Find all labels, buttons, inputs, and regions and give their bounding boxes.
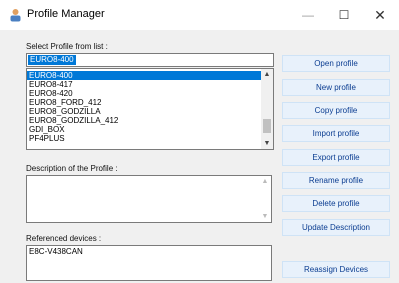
maximize-button[interactable]: ☐ <box>326 0 362 30</box>
minimize-button[interactable]: — <box>290 0 326 30</box>
list-item[interactable]: EURO8-420 <box>27 89 262 98</box>
description-textarea[interactable]: ▲ ▼ <box>26 175 272 223</box>
list-item[interactable]: EURO8_FORD_412 <box>27 98 262 107</box>
description-scrollbar[interactable]: ▲ ▼ <box>259 176 271 222</box>
window-title: Profile Manager <box>27 8 105 20</box>
rename-profile-button[interactable]: Rename profile <box>282 172 390 189</box>
profile-combo-input[interactable]: EURO8-400 <box>26 53 274 67</box>
list-item[interactable]: EURO8_GODZILLA <box>27 107 262 116</box>
referenced-devices-label: Referenced devices : <box>26 234 102 243</box>
description-label: Description of the Profile : <box>26 164 118 173</box>
open-profile-button[interactable]: Open profile <box>282 55 390 72</box>
list-item[interactable]: EURO8-417 <box>27 80 262 89</box>
new-profile-button[interactable]: New profile <box>282 79 390 96</box>
scroll-thumb[interactable] <box>263 119 271 133</box>
import-profile-button[interactable]: Import profile <box>282 125 390 142</box>
scroll-up-arrow-icon[interactable]: ▲ <box>259 176 271 187</box>
list-item[interactable]: EURO8_GODZILLA_412 <box>27 116 262 125</box>
scroll-down-arrow-icon[interactable]: ▼ <box>261 138 273 149</box>
export-profile-button[interactable]: Export profile <box>282 149 390 166</box>
list-item[interactable]: EURO8-400 <box>27 71 262 80</box>
person-icon <box>10 9 21 22</box>
scroll-down-arrow-icon[interactable]: ▼ <box>259 211 271 222</box>
reassign-devices-button[interactable]: Reassign Devices <box>282 261 390 278</box>
delete-profile-button[interactable]: Delete profile <box>282 195 390 212</box>
list-item[interactable]: E8C-V438CAN <box>29 247 269 257</box>
profile-list[interactable]: EURO8-400 EURO8-417 EURO8-420 EURO8_FORD… <box>26 68 274 150</box>
copy-profile-button[interactable]: Copy profile <box>282 102 390 119</box>
select-profile-label: Select Profile from list : <box>26 42 108 51</box>
profile-combo-value: EURO8-400 <box>28 55 76 65</box>
list-item[interactable]: PF4PLUS <box>27 134 262 143</box>
update-description-button[interactable]: Update Description <box>282 219 390 236</box>
scroll-up-arrow-icon[interactable]: ▲ <box>261 69 273 80</box>
profile-list-scrollbar[interactable]: ▲ ▼ <box>261 69 273 149</box>
title-bar: Profile Manager — ☐ ✕ <box>0 0 399 30</box>
close-button[interactable]: ✕ <box>362 0 398 30</box>
referenced-devices-list[interactable]: E8C-V438CAN <box>26 245 272 281</box>
list-item[interactable]: GDI_BOX <box>27 125 262 134</box>
